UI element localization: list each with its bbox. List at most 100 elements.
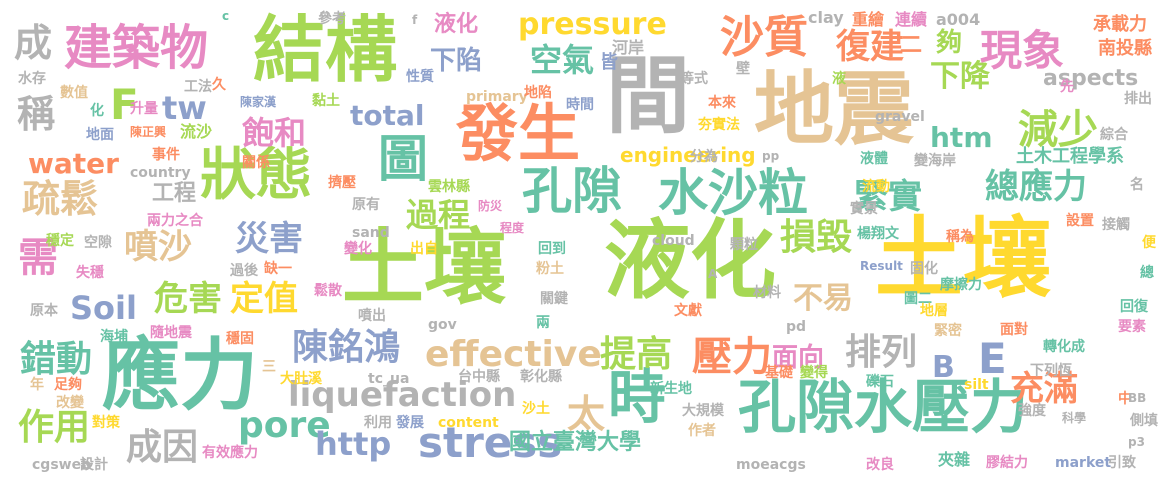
word: 三 xyxy=(262,359,276,375)
word: 陳正興 xyxy=(130,125,167,139)
word: 地層 xyxy=(920,303,948,319)
word: 減少 xyxy=(1018,107,1098,153)
word: 夠 xyxy=(936,28,963,58)
word: tw xyxy=(162,89,207,127)
word: 水沙粒 xyxy=(658,164,808,222)
word: 作用 xyxy=(18,407,91,448)
word: 緊密 xyxy=(934,323,962,339)
word: Soil xyxy=(70,289,137,327)
word: sand xyxy=(352,225,390,241)
word: 兩力之合 xyxy=(147,213,203,229)
word: 本來 xyxy=(708,95,736,111)
word: 排列 xyxy=(845,332,918,373)
word: 原有 xyxy=(352,197,380,213)
word: 原本 xyxy=(30,303,58,319)
word: 大肚溪 xyxy=(280,371,322,387)
word: 有效應力 xyxy=(202,445,258,461)
word: 大規模 xyxy=(682,403,724,419)
word: 過後 xyxy=(230,263,258,279)
word: 改變 xyxy=(56,395,84,411)
word: cloud xyxy=(652,233,695,249)
word: 稱為 xyxy=(946,229,974,245)
word: 膠結力 xyxy=(986,455,1028,471)
word: 黏土 xyxy=(312,93,340,109)
word: 擠壓 xyxy=(328,175,356,191)
word: 升量 xyxy=(130,101,158,117)
word: 下降 xyxy=(930,59,990,94)
word: htm xyxy=(930,121,993,154)
word: 應力 xyxy=(102,331,259,421)
word: p3 xyxy=(1128,435,1145,449)
word: 地陷 xyxy=(524,85,552,101)
word: 關係 xyxy=(242,155,270,171)
word: gov xyxy=(428,317,457,333)
word: 出自 xyxy=(410,241,438,257)
word: 材料 xyxy=(753,285,781,301)
word: 損毀 xyxy=(780,217,853,258)
word: 液化 xyxy=(604,211,776,311)
word-cloud: 土壤 液化 地震 土壤 結構 間 應力 孔隙水壓力 發生 建築物 狀態 孔隙 水… xyxy=(0,0,1175,482)
word: 土木工程學系 xyxy=(1016,146,1124,167)
word: tc_ua xyxy=(368,371,410,387)
word: 接觸 xyxy=(1102,217,1130,233)
word: 壓力 xyxy=(692,334,772,380)
word: B xyxy=(932,350,955,385)
word: 建築物 xyxy=(64,20,209,76)
word: 變化 xyxy=(344,241,372,257)
word: 空氣 xyxy=(530,41,595,79)
word: 液 xyxy=(832,71,846,87)
word: 事件 xyxy=(152,147,180,163)
word: 錯動 xyxy=(20,339,93,380)
word: pd xyxy=(786,319,807,335)
word: 參考 xyxy=(318,11,346,27)
word: 水存 xyxy=(18,71,46,87)
word: 流沙 xyxy=(180,122,213,141)
word: 提高 xyxy=(600,334,673,375)
word: 孔隙 xyxy=(522,162,622,220)
word: gravel xyxy=(875,109,925,125)
word: 粉土 xyxy=(536,261,564,277)
word: 強度 xyxy=(1018,403,1046,419)
word: 排出 xyxy=(1124,91,1152,107)
word: 過程 xyxy=(406,196,471,234)
word: 足夠 xyxy=(54,377,82,393)
word: engineering xyxy=(620,143,756,167)
word: 設計 xyxy=(80,457,108,473)
word: 夾雜 xyxy=(938,450,971,469)
word: 時間 xyxy=(566,97,594,113)
word: 彰化縣 xyxy=(520,369,562,385)
word: 化 xyxy=(90,103,104,119)
word: 承載力 xyxy=(1093,14,1147,35)
word: 等式 xyxy=(680,71,708,87)
word: 疏鬆 xyxy=(22,177,99,221)
word: 連續 xyxy=(895,10,928,29)
word: 實景 xyxy=(850,201,878,217)
word: 液化 xyxy=(434,12,479,37)
word: 回到 xyxy=(538,241,566,257)
word: 液體 xyxy=(860,151,888,167)
word: 壁 xyxy=(736,61,750,77)
word: primary xyxy=(466,89,528,105)
word: 穩固 xyxy=(226,331,254,347)
word: 國立臺灣大學 xyxy=(509,430,642,455)
word: 關鍵 xyxy=(540,291,568,307)
word: effective xyxy=(425,334,602,375)
word: 改良 xyxy=(866,457,894,473)
word: 變海岸 xyxy=(914,153,956,169)
word: 設置 xyxy=(1066,213,1094,229)
word: 作者 xyxy=(688,423,716,439)
word: 發生 xyxy=(456,97,581,170)
word: 下列恆 xyxy=(1030,363,1072,379)
word: 沙質 xyxy=(720,12,808,63)
word: 礫石 xyxy=(866,374,894,390)
word: 總 xyxy=(1140,265,1154,281)
word: moeacgs xyxy=(736,457,806,473)
word: 固化 xyxy=(910,261,938,277)
word: 地面 xyxy=(86,127,114,143)
word: 太 xyxy=(567,392,606,436)
word: 新生地 xyxy=(650,381,692,397)
word: country xyxy=(130,165,191,181)
word: 回復 xyxy=(1120,299,1148,315)
word: 皆 xyxy=(600,52,618,73)
word: 利用 xyxy=(364,415,392,431)
